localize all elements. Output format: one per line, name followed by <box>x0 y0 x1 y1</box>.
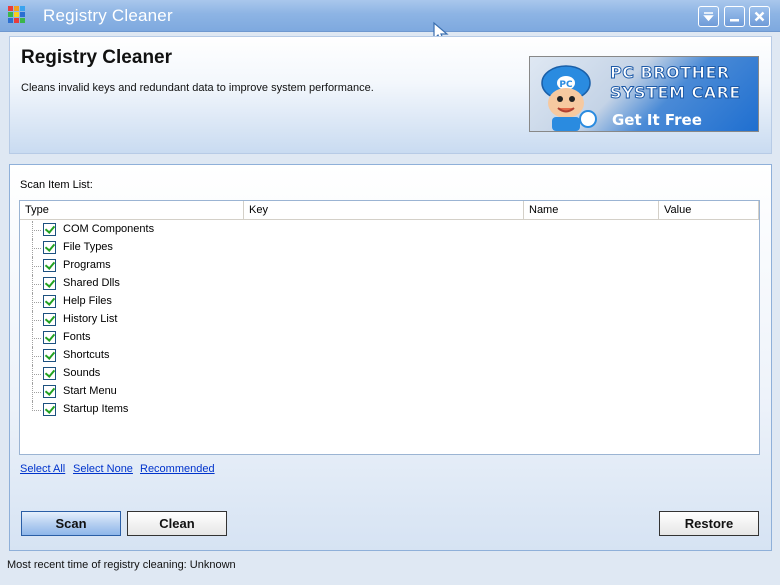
list-item[interactable]: Sounds <box>20 365 420 383</box>
scan-button[interactable]: Scan <box>21 511 121 536</box>
list-item[interactable]: Shortcuts <box>20 347 420 365</box>
app-icon <box>8 6 30 26</box>
list-item-label: Help Files <box>63 295 112 307</box>
clean-button[interactable]: Clean <box>127 511 227 536</box>
column-header-name[interactable]: Name <box>524 201 659 220</box>
list-item-label: Shortcuts <box>63 349 110 361</box>
window-title: Registry Cleaner <box>43 6 173 25</box>
list-item-label: Startup Items <box>63 403 129 415</box>
recommended-link[interactable]: Recommended <box>140 463 215 475</box>
select-none-link[interactable]: Select None <box>73 463 133 475</box>
scan-item-list[interactable]: Type Key Name Value COM Components File … <box>19 200 760 455</box>
header-panel: Registry Cleaner Cleans invalid keys and… <box>9 36 772 154</box>
ad-line-3: Get It Free <box>612 111 702 129</box>
minimize-icon[interactable] <box>724 6 745 27</box>
checkbox[interactable] <box>43 403 56 416</box>
list-item[interactable]: File Types <box>20 239 420 257</box>
checkbox[interactable] <box>43 313 56 326</box>
list-item-label: Programs <box>63 259 111 271</box>
list-item[interactable]: History List <box>20 311 420 329</box>
checkbox[interactable] <box>43 385 56 398</box>
scan-item-list-label: Scan Item List: <box>20 179 93 191</box>
list-item[interactable]: Startup Items <box>20 401 420 419</box>
list-item-label: COM Components <box>63 223 155 235</box>
list-item[interactable]: Programs <box>20 257 420 275</box>
list-item[interactable]: Start Menu <box>20 383 420 401</box>
list-item-label: Shared Dlls <box>63 277 120 289</box>
checkbox[interactable] <box>43 241 56 254</box>
checkbox[interactable] <box>43 367 56 380</box>
close-icon[interactable] <box>749 6 770 27</box>
ad-banner[interactable]: PC PC BROTHER SYSTEM CARE Get It Free <box>529 56 759 132</box>
list-header: Type Key Name Value <box>20 201 759 220</box>
checkbox[interactable] <box>43 349 56 362</box>
ad-line-1: PC BROTHER <box>610 63 730 83</box>
status-text: Most recent time of registry cleaning: U… <box>7 559 236 571</box>
list-item[interactable]: Shared Dlls <box>20 275 420 293</box>
checkbox[interactable] <box>43 295 56 308</box>
checkbox[interactable] <box>43 223 56 236</box>
list-item-label: Sounds <box>63 367 101 379</box>
main-panel: Scan Item List: Type Key Name Value COM … <box>9 164 772 551</box>
column-header-type[interactable]: Type <box>20 201 244 220</box>
mascot-icon: PC <box>541 65 597 131</box>
select-all-link[interactable]: Select All <box>20 463 65 475</box>
list-item-label: File Types <box>63 241 113 253</box>
checkbox[interactable] <box>43 259 56 272</box>
checkbox[interactable] <box>43 331 56 344</box>
restore-button[interactable]: Restore <box>659 511 759 536</box>
list-item-label: Start Menu <box>63 385 117 397</box>
list-item[interactable]: Help Files <box>20 293 420 311</box>
list-item[interactable]: Fonts <box>20 329 420 347</box>
page-title: Registry Cleaner <box>21 47 173 68</box>
page-description: Cleans invalid keys and redundant data t… <box>21 82 374 94</box>
checkbox[interactable] <box>43 277 56 290</box>
list-item-label: History List <box>63 313 118 325</box>
column-header-value[interactable]: Value <box>659 201 759 220</box>
list-item-label: Fonts <box>63 331 91 343</box>
title-bar: Registry Cleaner <box>0 0 780 43</box>
column-header-key[interactable]: Key <box>244 201 524 220</box>
ad-line-2: SYSTEM CARE <box>610 83 741 103</box>
list-item[interactable]: COM Components <box>20 221 420 239</box>
menu-icon[interactable] <box>698 6 719 27</box>
